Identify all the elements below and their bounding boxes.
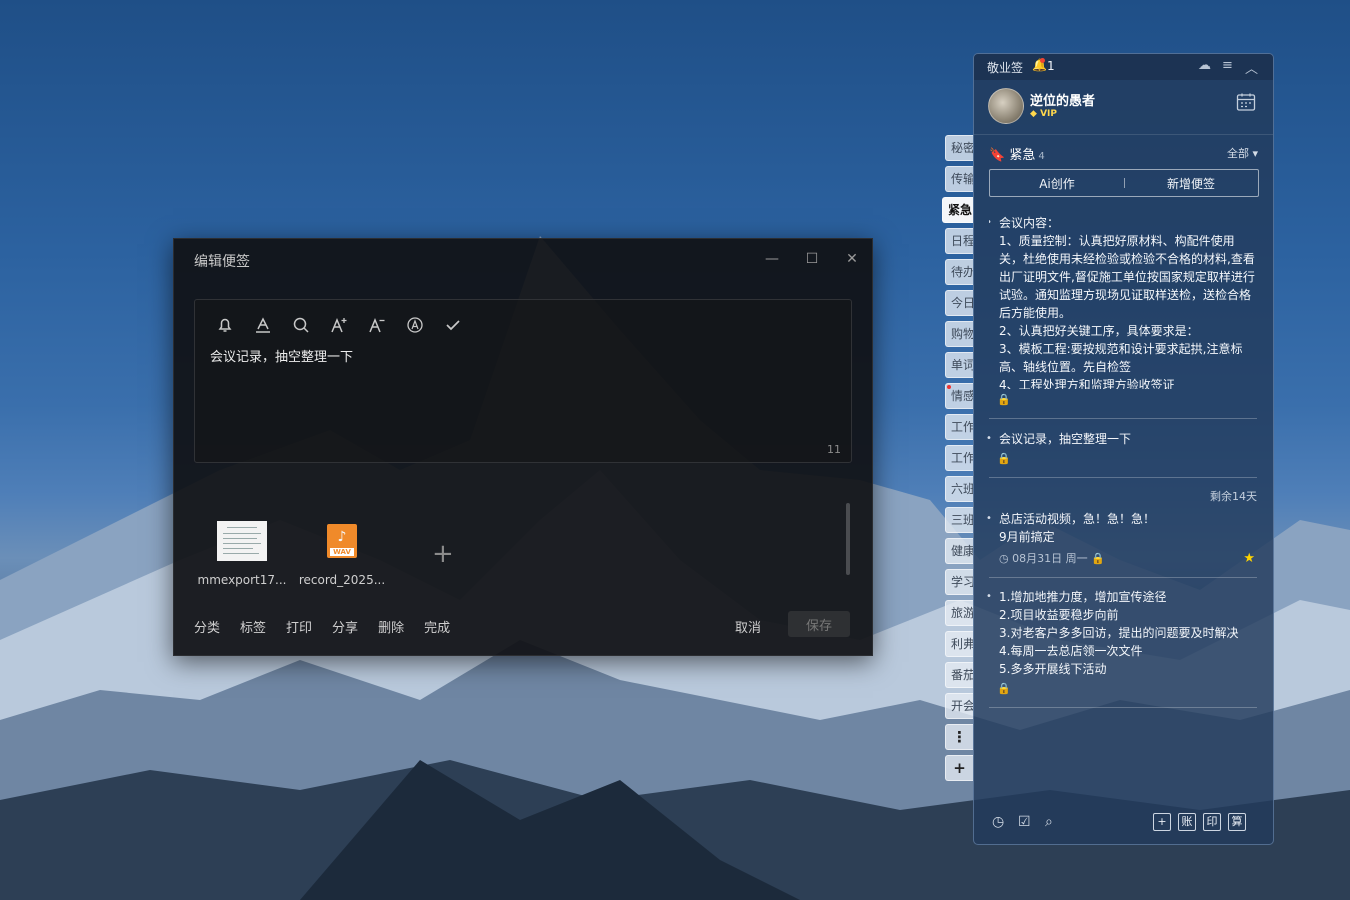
complete-button[interactable]: 完成 xyxy=(424,617,450,636)
more-tabs-button[interactable]: ⋮ xyxy=(945,724,973,750)
auto-format-icon[interactable] xyxy=(403,314,427,336)
tab-category[interactable]: 日程 xyxy=(945,228,973,254)
tab-category[interactable]: 开会 xyxy=(945,693,973,719)
tab-category[interactable]: 三班 xyxy=(945,507,973,533)
list-item[interactable]: 剩余14天 • 总店活动视频，急！急！急！ 9月前搞定 ◷ 08月31日 周一 … xyxy=(986,488,1257,578)
tab-category[interactable]: 旅游 xyxy=(945,600,973,626)
lock-icon: 🔒 xyxy=(1091,552,1105,565)
panel-actions: Ai创作 新增便签 xyxy=(989,169,1259,197)
calendar-icon[interactable] xyxy=(1236,92,1256,112)
clock-icon[interactable]: ◷ xyxy=(992,814,1004,830)
char-count: 11 xyxy=(827,443,841,456)
ledger-button[interactable]: 账 xyxy=(1178,813,1196,831)
print-button[interactable]: 印 xyxy=(1203,813,1221,831)
tab-category[interactable]: 健康 xyxy=(945,538,973,564)
tab-category[interactable]: 今日 xyxy=(945,290,973,316)
list-item[interactable]: • 会议记录，抽空整理一下 🔒 xyxy=(986,430,1257,478)
category-button[interactable]: 分类 xyxy=(194,617,220,636)
close-button[interactable]: ✕ xyxy=(838,247,866,271)
note-content[interactable]: 会议记录，抽空整理一下 xyxy=(210,346,353,365)
filter-dropdown[interactable]: 全部 ▾ xyxy=(1227,145,1258,161)
tab-category[interactable]: 情感 xyxy=(945,383,973,409)
attachment-name: mmexport17... xyxy=(197,573,287,587)
panel-bottom-bar: ◷ ☑ ⌕ + 账 印 算 xyxy=(974,804,1273,844)
save-button[interactable]: 保存 xyxy=(788,611,850,637)
avatar[interactable] xyxy=(988,88,1024,124)
tab-category[interactable]: 购物 xyxy=(945,321,973,347)
calculator-button[interactable]: 算 xyxy=(1228,813,1246,831)
tab-category[interactable]: 待办 xyxy=(945,259,973,285)
wav-file-icon: ♪ WAV xyxy=(327,524,357,558)
check-icon[interactable] xyxy=(441,314,465,336)
ai-create-button[interactable]: Ai创作 xyxy=(990,170,1124,196)
font-decrease-icon[interactable] xyxy=(365,314,389,336)
star-icon[interactable]: ★ xyxy=(1243,550,1255,568)
reminder-date: ◷ 08月31日 周一 🔒 ★ xyxy=(999,550,1255,568)
user-name: 逆位的愚者 xyxy=(1030,94,1096,109)
print-button[interactable]: 打印 xyxy=(286,617,312,636)
lock-icon: 🔒 xyxy=(997,393,1011,406)
tab-category[interactable]: 工作 xyxy=(945,414,973,440)
user-profile[interactable]: 逆位的愚者 ◆ VIP xyxy=(988,88,1258,128)
text-color-icon[interactable] xyxy=(251,314,275,336)
bookmark-icon: 🔖 xyxy=(989,148,1006,163)
share-button[interactable]: 分享 xyxy=(332,617,358,636)
tab-category[interactable]: 工作 xyxy=(945,445,973,471)
lock-icon: 🔒 xyxy=(997,452,1011,465)
cancel-button[interactable]: 取消 xyxy=(735,617,761,636)
dialog-title: 编辑便签 xyxy=(194,254,250,270)
bell-icon[interactable] xyxy=(213,314,237,336)
new-note-button[interactable]: 新增便签 xyxy=(1124,170,1258,196)
search-icon[interactable] xyxy=(289,314,313,336)
current-category: 🔖 紧急 4 xyxy=(989,148,1045,163)
tab-category[interactable]: 学习 xyxy=(945,569,973,595)
tab-category[interactable]: 番茄 xyxy=(945,662,973,688)
attachment-audio[interactable]: ♪ WAV record_2025... xyxy=(297,521,387,587)
tab-category[interactable]: 传输 xyxy=(945,166,973,192)
attachment-name: record_2025... xyxy=(298,573,386,587)
notification-bell-icon[interactable]: 🔔 xyxy=(1032,58,1047,72)
tab-category-active[interactable]: 紧急 xyxy=(942,197,973,223)
search-icon[interactable]: ⌕ xyxy=(1045,814,1053,830)
cloud-sync-icon[interactable]: ☁ xyxy=(1198,58,1211,73)
tab-category[interactable]: 利弗 xyxy=(945,631,973,657)
add-button[interactable]: + xyxy=(1153,813,1171,831)
delete-button[interactable]: 删除 xyxy=(378,617,404,636)
tab-category[interactable]: 六班 xyxy=(945,476,973,502)
remaining-days: 剩余14天 xyxy=(1210,490,1257,503)
note-list: • 会议内容： 1、质量控制：认真把好原材料、构配件使用关，杜绝使用未经检验或检… xyxy=(986,214,1257,708)
add-attachment-button[interactable]: + xyxy=(432,541,454,567)
lock-icon: 🔒 xyxy=(997,682,1011,695)
tag-button[interactable]: 标签 xyxy=(240,617,266,636)
maximize-button[interactable]: ☐ xyxy=(798,247,826,271)
font-increase-icon[interactable] xyxy=(327,314,351,336)
dialog-footer: 分类 标签 打印 分享 删除 完成 xyxy=(194,617,450,636)
minimize-button[interactable]: — xyxy=(758,247,786,271)
edit-note-dialog: 编辑便签 — ☐ ✕ 会议记录，抽空整理一下 11 mmexport17... … xyxy=(173,238,873,656)
sticky-note-panel: 敬业签 🔔 1 ☁ ≡ ︿ 逆位的愚者 ◆ VIP 🔖 紧急 4 全部 ▾ Ai创… xyxy=(973,53,1274,845)
panel-titlebar: 敬业签 🔔 1 ☁ ≡ ︿ xyxy=(974,54,1273,80)
scrollbar[interactable] xyxy=(846,503,850,575)
list-item[interactable]: • 会议内容： 1、质量控制：认真把好原材料、构配件使用关，杜绝使用未经检验或检… xyxy=(989,214,1257,419)
calendar-check-icon[interactable]: ☑ xyxy=(1018,814,1031,830)
notification-count: 1 xyxy=(1047,59,1055,73)
clock-icon: ◷ xyxy=(999,552,1009,565)
image-thumbnail xyxy=(217,521,267,561)
tab-category[interactable]: 秘密 xyxy=(945,135,973,161)
menu-icon[interactable]: ≡ xyxy=(1222,58,1233,73)
note-editor[interactable]: 会议记录，抽空整理一下 11 xyxy=(194,299,852,463)
app-name: 敬业签 xyxy=(987,61,1024,75)
vip-badge: ◆ VIP xyxy=(1030,109,1057,119)
add-category-button[interactable]: + xyxy=(945,755,973,781)
attachment-image[interactable]: mmexport17... xyxy=(197,521,287,587)
collapse-icon[interactable]: ︿ xyxy=(1245,58,1258,77)
format-toolbar xyxy=(213,314,465,336)
list-item[interactable]: • 1.增加地推力度，增加宣传途径 2.项目收益要稳步向前 3.对老客户多多回访… xyxy=(986,588,1257,708)
tab-category[interactable]: 单词 xyxy=(945,352,973,378)
